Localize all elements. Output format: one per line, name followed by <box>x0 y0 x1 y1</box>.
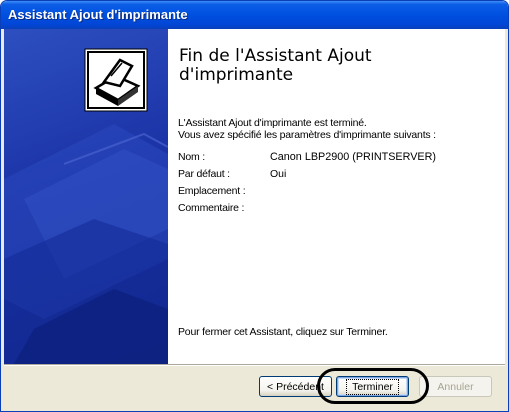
field-label-comment: Commentaire : <box>178 202 245 214</box>
title-bar[interactable]: Assistant Ajout d'imprimante <box>1 1 508 29</box>
printer-icon <box>84 48 148 112</box>
field-value-name: Canon LBP2900 (PRINTSERVER) <box>270 151 437 163</box>
footer-instruction: Pour fermer cet Assistant, cliquez sur T… <box>178 326 388 338</box>
completed-message: L'Assistant Ajout d'imprimante est termi… <box>178 117 367 129</box>
cancel-button[interactable]: Annuler <box>419 376 492 397</box>
wizard-side-banner <box>4 29 168 364</box>
finish-button-label: Terminer <box>346 378 399 395</box>
specified-message: Vous avez spécifié les paramètres d'impr… <box>178 129 436 141</box>
button-separator <box>4 364 505 366</box>
back-button-label: < Précédent <box>267 380 324 393</box>
field-label-default: Par défaut : <box>178 168 230 180</box>
back-button[interactable]: < Précédent <box>259 376 332 397</box>
field-label-name: Nom : <box>178 151 206 163</box>
finish-button[interactable]: Terminer <box>336 376 409 397</box>
window-title: Assistant Ajout d'imprimante <box>8 7 188 22</box>
wizard-window: Assistant Ajout d'imprimante Fin de l'As… <box>0 0 509 412</box>
field-label-location: Emplacement : <box>178 185 246 197</box>
field-value-default: Oui <box>270 168 287 180</box>
page-title: Fin de l'Assistant Ajout d'imprimante <box>179 46 372 85</box>
wizard-client-area: Fin de l'Assistant Ajout d'imprimante L'… <box>4 29 505 408</box>
cancel-button-label: Annuler <box>437 380 474 393</box>
wizard-content: Fin de l'Assistant Ajout d'imprimante L'… <box>168 29 505 364</box>
